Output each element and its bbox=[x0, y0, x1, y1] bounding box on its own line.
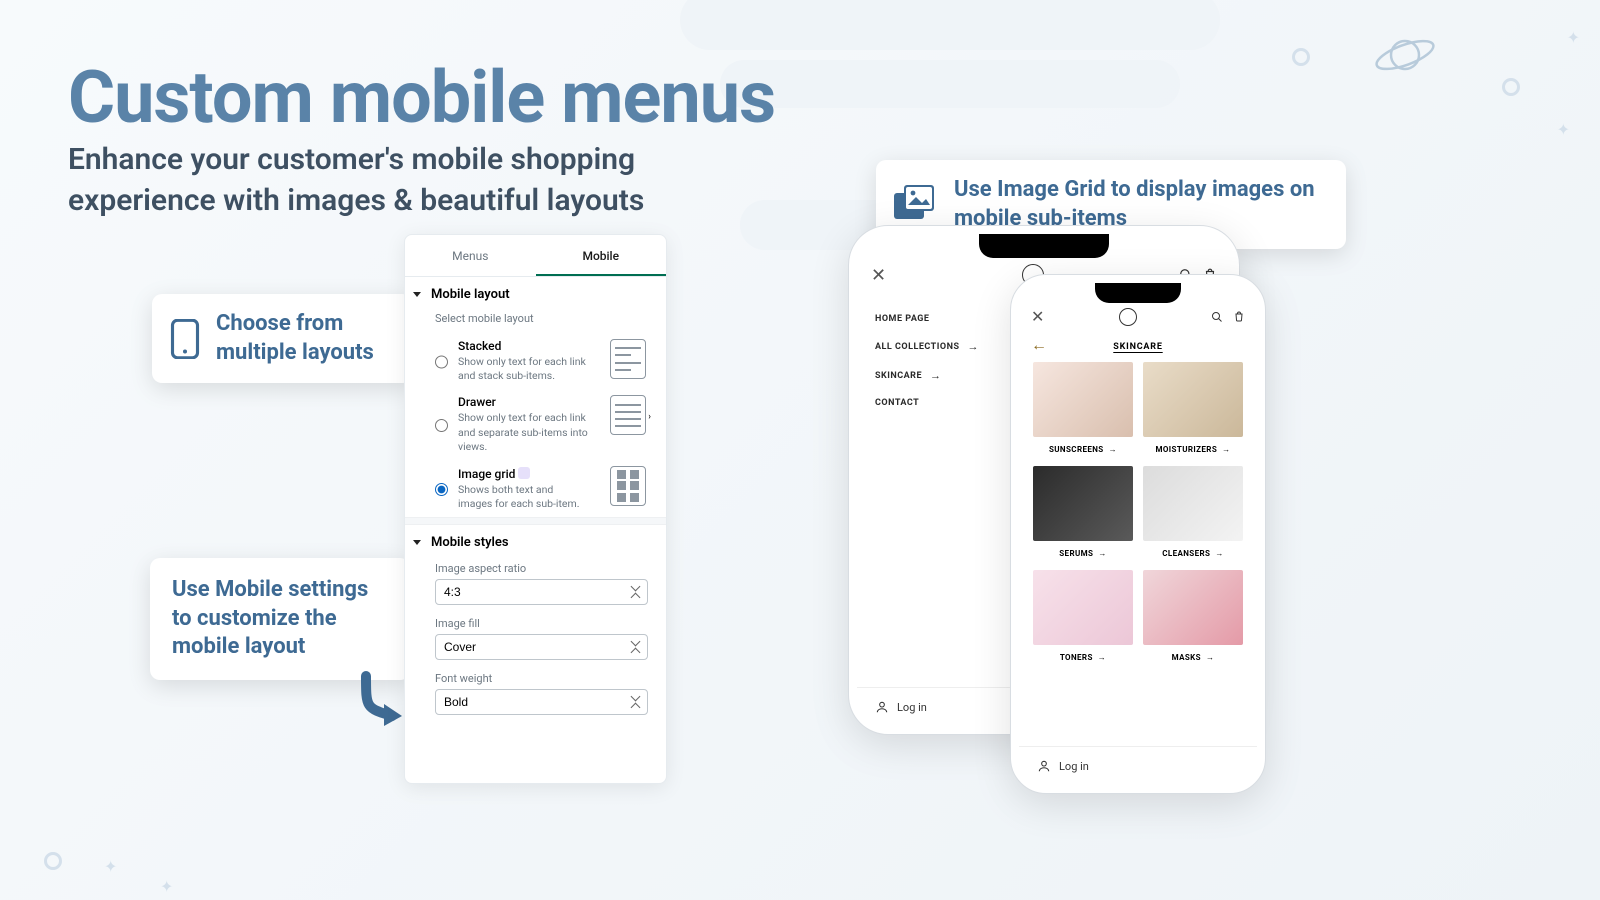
callout-settings: Use Mobile settings to customize the mob… bbox=[150, 558, 410, 680]
chevron-down-icon bbox=[413, 292, 421, 297]
phone-grid-mock: ✕ ← SKINCARE SUNSCREENS→MOISTURIZERS→SER… bbox=[1010, 274, 1266, 794]
select-aspect[interactable]: 4:3 bbox=[435, 579, 648, 605]
pro-badge-icon bbox=[518, 467, 530, 479]
close-icon[interactable]: ✕ bbox=[1031, 307, 1044, 326]
phone-icon bbox=[170, 319, 200, 359]
callout-text: Use Mobile settings to customize the mob… bbox=[172, 576, 388, 662]
grid-cell[interactable]: SUNSCREENS→ bbox=[1033, 362, 1133, 456]
cart-icon[interactable] bbox=[1233, 311, 1245, 323]
user-icon bbox=[1037, 759, 1051, 773]
drawer-thumb-icon: › bbox=[610, 395, 646, 435]
circle-icon bbox=[1292, 48, 1310, 66]
stacked-thumb-icon bbox=[610, 339, 646, 379]
select-weight[interactable]: Bold bbox=[435, 689, 648, 715]
image-grid-icon bbox=[894, 185, 938, 225]
section-mobile-layout[interactable]: Mobile layout bbox=[405, 277, 666, 306]
label-aspect: Image aspect ratio bbox=[405, 554, 666, 579]
tab-menus[interactable]: Menus bbox=[405, 235, 536, 276]
grid-thumb-icon bbox=[610, 466, 646, 506]
select-fill[interactable]: Cover bbox=[435, 634, 648, 660]
option-drawer[interactable]: Drawer Show only text for each link and … bbox=[405, 389, 666, 460]
close-icon[interactable]: ✕ bbox=[871, 265, 886, 286]
grid-cell[interactable]: MASKS→ bbox=[1143, 570, 1243, 664]
grid-cell[interactable]: SERUMS→ bbox=[1033, 466, 1133, 560]
grid-title: SKINCARE bbox=[1019, 332, 1257, 356]
arrow-icon bbox=[358, 668, 408, 728]
chevron-down-icon bbox=[413, 540, 421, 545]
callout-text: Choose from multiple layouts bbox=[216, 310, 388, 367]
grid-cell[interactable]: TONERS→ bbox=[1033, 570, 1133, 664]
label-weight: Font weight bbox=[405, 664, 666, 689]
section-mobile-styles[interactable]: Mobile styles bbox=[405, 525, 666, 554]
planet-icon bbox=[1370, 30, 1440, 80]
label-fill: Image fill bbox=[405, 609, 666, 634]
circle-icon bbox=[44, 852, 62, 870]
label-select-layout: Select mobile layout bbox=[405, 306, 666, 333]
option-image-grid[interactable]: Image grid Shows both text and images fo… bbox=[405, 460, 666, 517]
user-icon bbox=[875, 700, 889, 714]
settings-panel: Menus Mobile Mobile layout Select mobile… bbox=[404, 234, 667, 784]
login-link[interactable]: Log in bbox=[897, 701, 927, 714]
logo-icon bbox=[1119, 308, 1137, 326]
grid-cell[interactable]: MOISTURIZERS→ bbox=[1143, 362, 1243, 456]
back-arrow-icon[interactable]: ← bbox=[1031, 335, 1047, 355]
radio-image-grid[interactable] bbox=[435, 468, 448, 511]
radio-drawer[interactable] bbox=[435, 397, 448, 454]
search-icon[interactable] bbox=[1211, 311, 1223, 323]
login-link[interactable]: Log in bbox=[1059, 760, 1089, 773]
callout-layouts: Choose from multiple layouts bbox=[152, 294, 412, 383]
page-subtitle: Enhance your customer's mobile shopping … bbox=[68, 140, 708, 221]
option-stacked[interactable]: Stacked Show only text for each link and… bbox=[405, 333, 666, 389]
grid-cell[interactable]: CLEANSERS→ bbox=[1143, 466, 1243, 560]
page-title: Custom mobile menus bbox=[68, 55, 775, 140]
tab-mobile[interactable]: Mobile bbox=[536, 235, 667, 276]
radio-stacked[interactable] bbox=[435, 341, 448, 383]
circle-icon bbox=[1502, 78, 1520, 96]
